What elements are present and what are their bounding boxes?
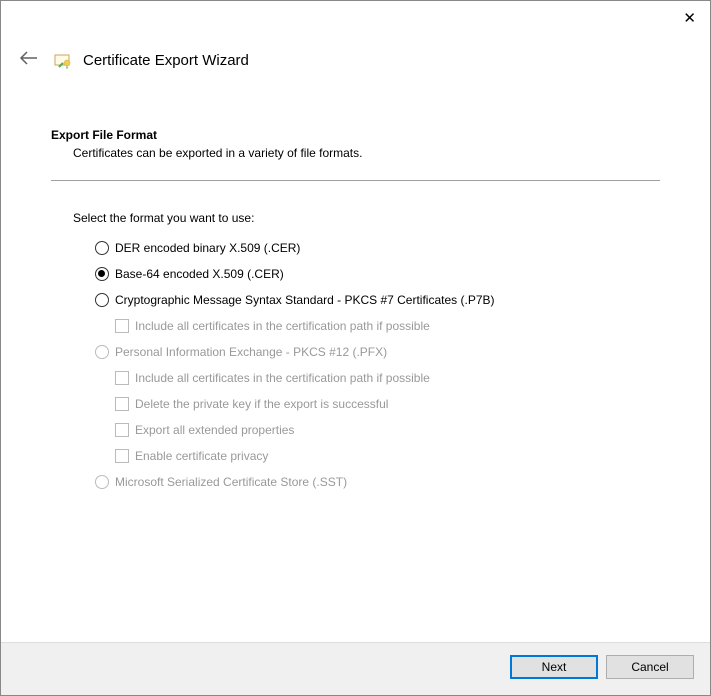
label-pfx-privacy: Enable certificate privacy (135, 449, 268, 463)
label-pfx-delete: Delete the private key if the export is … (135, 397, 388, 411)
label-pfx: Personal Information Exchange - PKCS #12… (115, 345, 387, 359)
pfx-suboptions: Include all certificates in the certific… (115, 371, 660, 463)
back-arrow-icon (19, 50, 39, 66)
format-instruction: Select the format you want to use: (73, 211, 660, 225)
back-button[interactable] (19, 49, 39, 72)
pkcs7-include-path: Include all certificates in the certific… (115, 319, 660, 333)
cancel-button[interactable]: Cancel (606, 655, 694, 679)
radio-base64[interactable] (95, 267, 109, 281)
option-pfx: Personal Information Exchange - PKCS #12… (95, 345, 660, 359)
next-button[interactable]: Next (510, 655, 598, 679)
label-pkcs7-path: Include all certificates in the certific… (135, 319, 430, 333)
checkbox-pfx-privacy (115, 449, 129, 463)
pfx-include-path: Include all certificates in the certific… (115, 371, 660, 385)
wizard-header: Certificate Export Wizard (1, 1, 710, 84)
section-heading: Export File Format (51, 128, 660, 142)
label-sst: Microsoft Serialized Certificate Store (… (115, 475, 347, 489)
section-description: Certificates can be exported in a variet… (73, 146, 660, 160)
divider (51, 180, 660, 181)
radio-sst (95, 475, 109, 489)
checkbox-pkcs7-path (115, 319, 129, 333)
radio-der[interactable] (95, 241, 109, 255)
label-base64: Base-64 encoded X.509 (.CER) (115, 267, 284, 281)
close-button[interactable]: ✕ (683, 11, 696, 26)
option-sst: Microsoft Serialized Certificate Store (… (95, 475, 660, 489)
certificate-icon (53, 51, 73, 71)
wizard-footer: Next Cancel (1, 642, 710, 695)
checkbox-pfx-extended (115, 423, 129, 437)
pfx-delete-key: Delete the private key if the export is … (115, 397, 660, 411)
option-base64[interactable]: Base-64 encoded X.509 (.CER) (95, 267, 660, 281)
radio-pkcs7[interactable] (95, 293, 109, 307)
radio-pfx (95, 345, 109, 359)
option-der[interactable]: DER encoded binary X.509 (.CER) (95, 241, 660, 255)
label-der: DER encoded binary X.509 (.CER) (115, 241, 300, 255)
pfx-export-extended: Export all extended properties (115, 423, 660, 437)
label-pfx-extended: Export all extended properties (135, 423, 294, 437)
checkbox-pfx-path (115, 371, 129, 385)
wizard-content: Export File Format Certificates can be e… (1, 84, 710, 489)
pkcs7-suboptions: Include all certificates in the certific… (115, 319, 660, 333)
pfx-cert-privacy: Enable certificate privacy (115, 449, 660, 463)
option-pkcs7[interactable]: Cryptographic Message Syntax Standard - … (95, 293, 660, 307)
checkbox-pfx-delete (115, 397, 129, 411)
label-pkcs7: Cryptographic Message Syntax Standard - … (115, 293, 495, 307)
wizard-title: Certificate Export Wizard (83, 52, 249, 69)
format-options: DER encoded binary X.509 (.CER) Base-64 … (95, 241, 660, 489)
label-pfx-path: Include all certificates in the certific… (135, 371, 430, 385)
